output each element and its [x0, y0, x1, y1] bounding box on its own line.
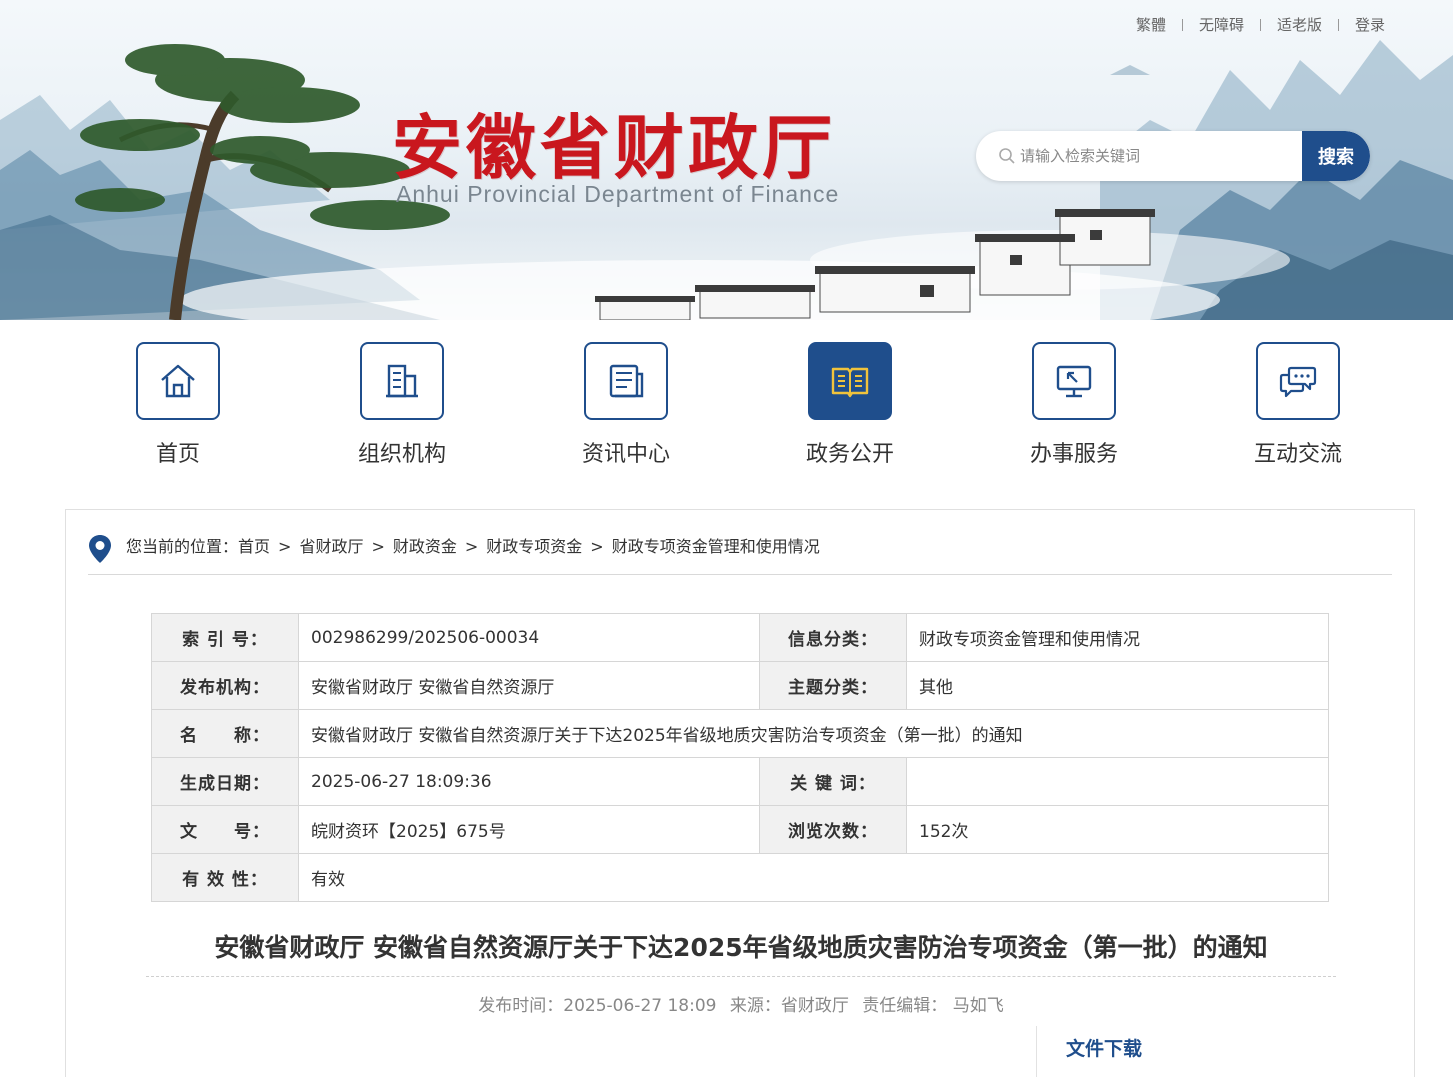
- search-button[interactable]: 搜索: [1302, 131, 1370, 181]
- nav-item-interaction[interactable]: 互动交流: [1223, 342, 1373, 468]
- info-category-label: 信息分类：: [759, 613, 907, 662]
- validity-value: 有效: [298, 853, 1329, 902]
- nav-item-services[interactable]: 办事服务: [999, 342, 1149, 468]
- table-row: 名 称： 安徽省财政厅 安徽省自然资源厅关于下达2025年省级地质灾害防治专项资…: [151, 709, 1329, 758]
- views-label: 浏览次数：: [759, 805, 907, 854]
- breadcrumb-separator: >: [590, 537, 604, 556]
- open-book-icon: [831, 367, 869, 398]
- breadcrumb-department[interactable]: 省财政厅: [299, 537, 363, 556]
- nav-label: 首页: [155, 442, 200, 467]
- table-row: 发布机构： 安徽省财政厅 安徽省自然资源厅 主题分类： 其他: [151, 661, 1329, 710]
- elderly-mode-link[interactable]: 适老版: [1261, 14, 1338, 35]
- nav-label: 组织机构: [357, 442, 446, 467]
- location-pin-icon: [89, 535, 111, 563]
- news-icon-box: [584, 342, 668, 420]
- accessibility-link[interactable]: 无障碍: [1183, 14, 1260, 35]
- monitor-click-icon: [1056, 365, 1092, 398]
- site-subtitle: Anhui Provincial Department of Finance: [396, 181, 840, 207]
- article-source: 来源：省财政厅: [729, 996, 849, 1016]
- table-row: 有 效 性： 有效: [151, 853, 1329, 902]
- created-date-label: 生成日期：: [151, 757, 299, 806]
- name-label: 名 称：: [151, 709, 299, 758]
- validity-label: 有 效 性：: [151, 853, 299, 902]
- keywords-label: 关 键 词：: [759, 757, 907, 806]
- doc-number-label: 文 号：: [151, 805, 299, 854]
- breadcrumb-home[interactable]: 首页: [238, 537, 270, 556]
- topic-category-value: 其他: [906, 661, 1329, 710]
- home-icon: [161, 364, 195, 398]
- content-panel: 您当前的位置：首页 > 省财政厅 > 财政资金 > 财政专项资金 > 财政专项资金管理和使用情况…: [65, 509, 1415, 1077]
- breadcrumb-funds[interactable]: 财政资金: [393, 537, 457, 556]
- table-row: 生成日期： 2025-06-27 18:09:36 关 键 词：: [151, 757, 1329, 806]
- monitor-click-icon-box: [1032, 342, 1116, 420]
- nav-label: 政务公开: [805, 442, 894, 467]
- search-input[interactable]: [1020, 131, 1300, 181]
- open-book-icon-box: [808, 342, 892, 420]
- header-banner: 繁體 无障碍 适老版 登录 安徽省财政厅 Anhui Provincial De…: [0, 0, 1453, 320]
- article-editor: 责任编辑： 马如飞: [862, 996, 1004, 1016]
- file-download-heading[interactable]: 文件下载: [1066, 1034, 1142, 1061]
- views-value: 152次: [906, 805, 1329, 854]
- publisher-value: 安徽省财政厅 安徽省自然资源厅: [298, 661, 760, 710]
- breadcrumb-special-funds[interactable]: 财政专项资金: [486, 537, 582, 556]
- nav-item-home[interactable]: 首页: [103, 342, 253, 468]
- login-link[interactable]: 登录: [1339, 14, 1401, 35]
- nav-label: 互动交流: [1253, 442, 1342, 467]
- nav-label: 办事服务: [1029, 442, 1118, 467]
- publish-time: 发布时间：2025-06-27 18:09: [478, 996, 717, 1016]
- search-icon: [999, 148, 1015, 164]
- home-icon-box: [136, 342, 220, 420]
- title-divider: [146, 976, 1336, 977]
- nav-item-organization[interactable]: 组织机构: [327, 342, 477, 468]
- keywords-value: [906, 757, 1329, 806]
- nav-item-news[interactable]: 资讯中心: [551, 342, 701, 468]
- main-nav: 首页 组织机构 资讯中心 政务公开 办事服务 互动交流: [65, 342, 1410, 472]
- traditional-chinese-link[interactable]: 繁體: [1120, 14, 1182, 35]
- name-value: 安徽省财政厅 安徽省自然资源厅关于下达2025年省级地质灾害防治专项资金（第一批…: [298, 709, 1329, 758]
- building-icon: [386, 364, 418, 398]
- article-title: 安徽省财政厅 安徽省自然资源厅关于下达2025年省级地质灾害防治专项资金（第一批…: [214, 933, 1268, 962]
- breadcrumb-text: 您当前的位置：首页 > 省财政厅 > 财政资金 > 财政专项资金 > 财政专项资金管理和使用情况: [126, 532, 820, 562]
- breadcrumb: 您当前的位置：首页 > 省财政厅 > 财政资金 > 财政专项资金 > 财政专项资金管理和使用情况: [88, 532, 1392, 575]
- search-bar: 搜索: [976, 131, 1370, 181]
- breadcrumb-separator: >: [371, 537, 385, 556]
- table-row: 文 号： 皖财资环【2025】675号 浏览次数： 152次: [151, 805, 1329, 854]
- publisher-label: 发布机构：: [151, 661, 299, 710]
- site-title[interactable]: 安徽省财政厅: [392, 92, 836, 193]
- nav-label: 资讯中心: [581, 442, 670, 467]
- breadcrumb-prefix: 您当前的位置：: [126, 537, 239, 556]
- index-no-label: 索 引 号：: [151, 613, 299, 662]
- breadcrumb-separator: >: [278, 537, 292, 556]
- created-date-value: 2025-06-27 18:09:36: [298, 757, 760, 806]
- info-category-value: 财政专项资金管理和使用情况: [906, 613, 1329, 662]
- document-metadata-table: 索 引 号： 002986299/202506-00034 信息分类： 财政专项…: [151, 613, 1329, 902]
- download-divider: [1036, 1026, 1037, 1077]
- doc-number-value: 皖财资环【2025】675号: [298, 805, 760, 854]
- breadcrumb-current[interactable]: 财政专项资金管理和使用情况: [612, 537, 820, 556]
- chat-icon: [1279, 366, 1317, 398]
- index-no-value: 002986299/202506-00034: [298, 613, 760, 662]
- chat-icon-box: [1256, 342, 1340, 420]
- news-icon: [609, 364, 644, 398]
- nav-item-gov-affairs[interactable]: 政务公开: [775, 342, 925, 468]
- top-links: 繁體 无障碍 适老版 登录: [1120, 14, 1401, 35]
- topic-category-label: 主题分类：: [759, 661, 907, 710]
- table-row: 索 引 号： 002986299/202506-00034 信息分类： 财政专项…: [151, 613, 1329, 662]
- article-info: 发布时间：2025-06-27 18:09 来源：省财政厅 责任编辑： 马如飞: [146, 991, 1336, 1016]
- building-icon-box: [360, 342, 444, 420]
- breadcrumb-separator: >: [464, 537, 479, 556]
